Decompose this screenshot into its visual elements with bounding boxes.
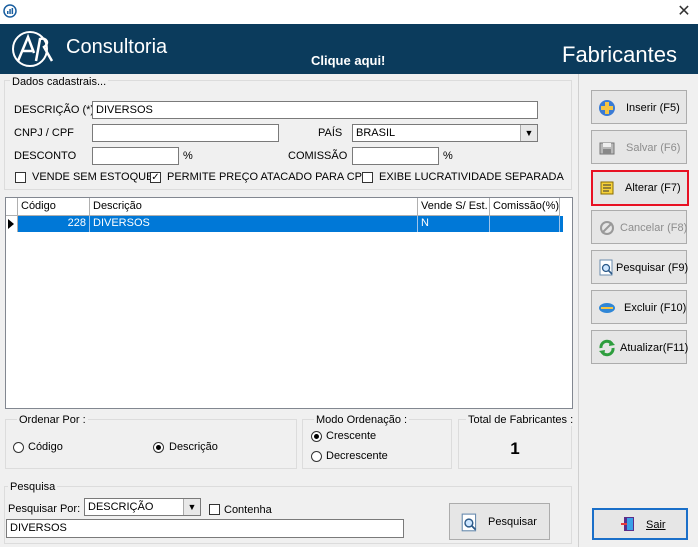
- refresh-icon: [599, 339, 615, 357]
- cancel-icon: [600, 221, 614, 235]
- cell-codigo: 228: [18, 216, 90, 232]
- ordenar-descricao-label: Descrição: [169, 441, 218, 453]
- descricao-input[interactable]: DIVERSOS: [92, 101, 538, 119]
- comissao-label: COMISSÃO: [288, 150, 348, 162]
- salvar-label: Salvar (F6): [626, 142, 681, 154]
- modo-crescente-radio[interactable]: [311, 431, 322, 442]
- inserir-button[interactable]: Inserir (F5): [591, 90, 687, 124]
- grid-corner: [6, 198, 18, 216]
- vende-sem-estoque-label: VENDE SEM ESTOQUE: [32, 171, 154, 183]
- pesquisar-sidebar-button[interactable]: Pesquisar (F9): [591, 250, 689, 284]
- desconto-unit: %: [183, 150, 193, 162]
- pesquisar-por-label: Pesquisar Por:: [8, 503, 81, 515]
- pesquisar-sidebar-label: Pesquisar (F9): [616, 262, 689, 274]
- table-row[interactable]: 228 DIVERSOS N: [18, 216, 563, 232]
- cnpj-input[interactable]: [92, 124, 279, 142]
- pesquisa-section-label: Pesquisa: [8, 481, 58, 493]
- dados-cadastrais-label: Dados cadastrais...: [10, 76, 109, 88]
- pesquisar-button[interactable]: Pesquisar: [449, 503, 550, 540]
- cell-vende: N: [418, 216, 490, 232]
- salvar-button[interactable]: Salvar (F6): [591, 130, 687, 164]
- ordenar-codigo-radio[interactable]: [13, 442, 24, 453]
- atualizar-button[interactable]: Atualizar(F11): [591, 330, 689, 364]
- pesquisar-button-label: Pesquisar: [488, 516, 537, 528]
- search-icon: [599, 259, 613, 276]
- descricao-label: DESCRIÇÃO (*): [14, 104, 95, 116]
- modo-decrescente-label: Decrescente: [326, 450, 388, 462]
- brand-name: Consultoria: [66, 36, 168, 58]
- pesquisa-text-input[interactable]: DIVERSOS: [6, 519, 404, 538]
- exit-door-icon: [621, 517, 634, 531]
- row-indicator-cell: [6, 216, 18, 232]
- permite-atacado-checkbox[interactable]: ✓: [150, 172, 161, 183]
- column-header-descricao[interactable]: Descrição: [90, 198, 418, 216]
- excluir-label: Excluir (F10): [624, 302, 687, 314]
- column-header-vende[interactable]: Vende S/ Est.: [418, 198, 490, 216]
- column-header-comissao[interactable]: Comissão(%): [490, 198, 560, 216]
- plus-icon: [599, 100, 615, 116]
- vende-sem-estoque-checkbox[interactable]: [15, 172, 26, 183]
- pesquisar-por-value: DESCRIÇÃO: [88, 501, 154, 513]
- contenha-label: Contenha: [224, 504, 272, 516]
- atualizar-label: Atualizar(F11): [620, 342, 689, 354]
- exibe-lucratividade-checkbox[interactable]: [362, 172, 373, 183]
- pais-value: BRASIL: [356, 127, 396, 139]
- pesquisar-por-select[interactable]: DESCRIÇÃO ▼: [84, 498, 201, 516]
- logo-icon: [12, 31, 54, 67]
- contenha-checkbox[interactable]: [209, 504, 220, 515]
- total-value: 1: [510, 439, 520, 458]
- modo-title: Modo Ordenação :: [314, 414, 410, 426]
- sair-button[interactable]: Sair: [592, 508, 688, 540]
- chevron-down-icon[interactable]: ▼: [183, 499, 200, 515]
- cancelar-label: Cancelar (F8): [620, 222, 688, 234]
- comissao-input[interactable]: [352, 147, 439, 165]
- window-titlebar: [0, 0, 698, 24]
- inserir-label: Inserir (F5): [626, 102, 680, 114]
- delete-icon: [599, 303, 615, 313]
- permite-atacado-label: PERMITE PREÇO ATACADO PARA CPF: [167, 171, 369, 183]
- exibe-lucratividade-label: EXIBE LUCRATIVIDADE SEPARADA: [379, 171, 564, 183]
- comissao-unit: %: [443, 150, 453, 162]
- cell-descricao: DIVERSOS: [90, 216, 418, 232]
- ordenar-title: Ordenar Por :: [17, 414, 88, 426]
- save-icon: [599, 142, 615, 155]
- modo-decrescente-radio[interactable]: [311, 451, 322, 462]
- total-title: Total de Fabricantes :: [466, 414, 576, 426]
- cell-comissao: [490, 216, 560, 232]
- cancelar-button[interactable]: Cancelar (F8): [591, 210, 687, 244]
- ordenar-codigo-label: Código: [28, 441, 63, 453]
- fabricantes-grid[interactable]: Código Descrição Vende S/ Est. Comissão(…: [5, 197, 573, 409]
- desconto-input[interactable]: [92, 147, 179, 165]
- alterar-button[interactable]: Alterar (F7): [591, 170, 689, 206]
- excluir-button[interactable]: Excluir (F10): [591, 290, 687, 324]
- edit-icon: [600, 181, 614, 195]
- column-header-codigo[interactable]: Código: [18, 198, 90, 216]
- cnpj-label: CNPJ / CPF: [14, 127, 74, 139]
- sair-label: Sair: [646, 519, 666, 531]
- alterar-label: Alterar (F7): [625, 182, 681, 194]
- pais-label: PAÍS: [318, 127, 343, 139]
- page-title: Fabricantes: [562, 42, 677, 67]
- close-icon[interactable]: ✕: [674, 2, 694, 22]
- pais-select[interactable]: BRASIL ▼: [352, 124, 538, 142]
- ordenar-descricao-radio[interactable]: [153, 442, 164, 453]
- desconto-label: DESCONTO: [14, 150, 77, 162]
- app-icon: [3, 4, 17, 18]
- modo-crescente-label: Crescente: [326, 430, 377, 442]
- search-icon: [461, 513, 477, 532]
- chevron-down-icon[interactable]: ▼: [520, 125, 537, 141]
- clique-aqui-link[interactable]: Clique aqui!: [311, 53, 385, 68]
